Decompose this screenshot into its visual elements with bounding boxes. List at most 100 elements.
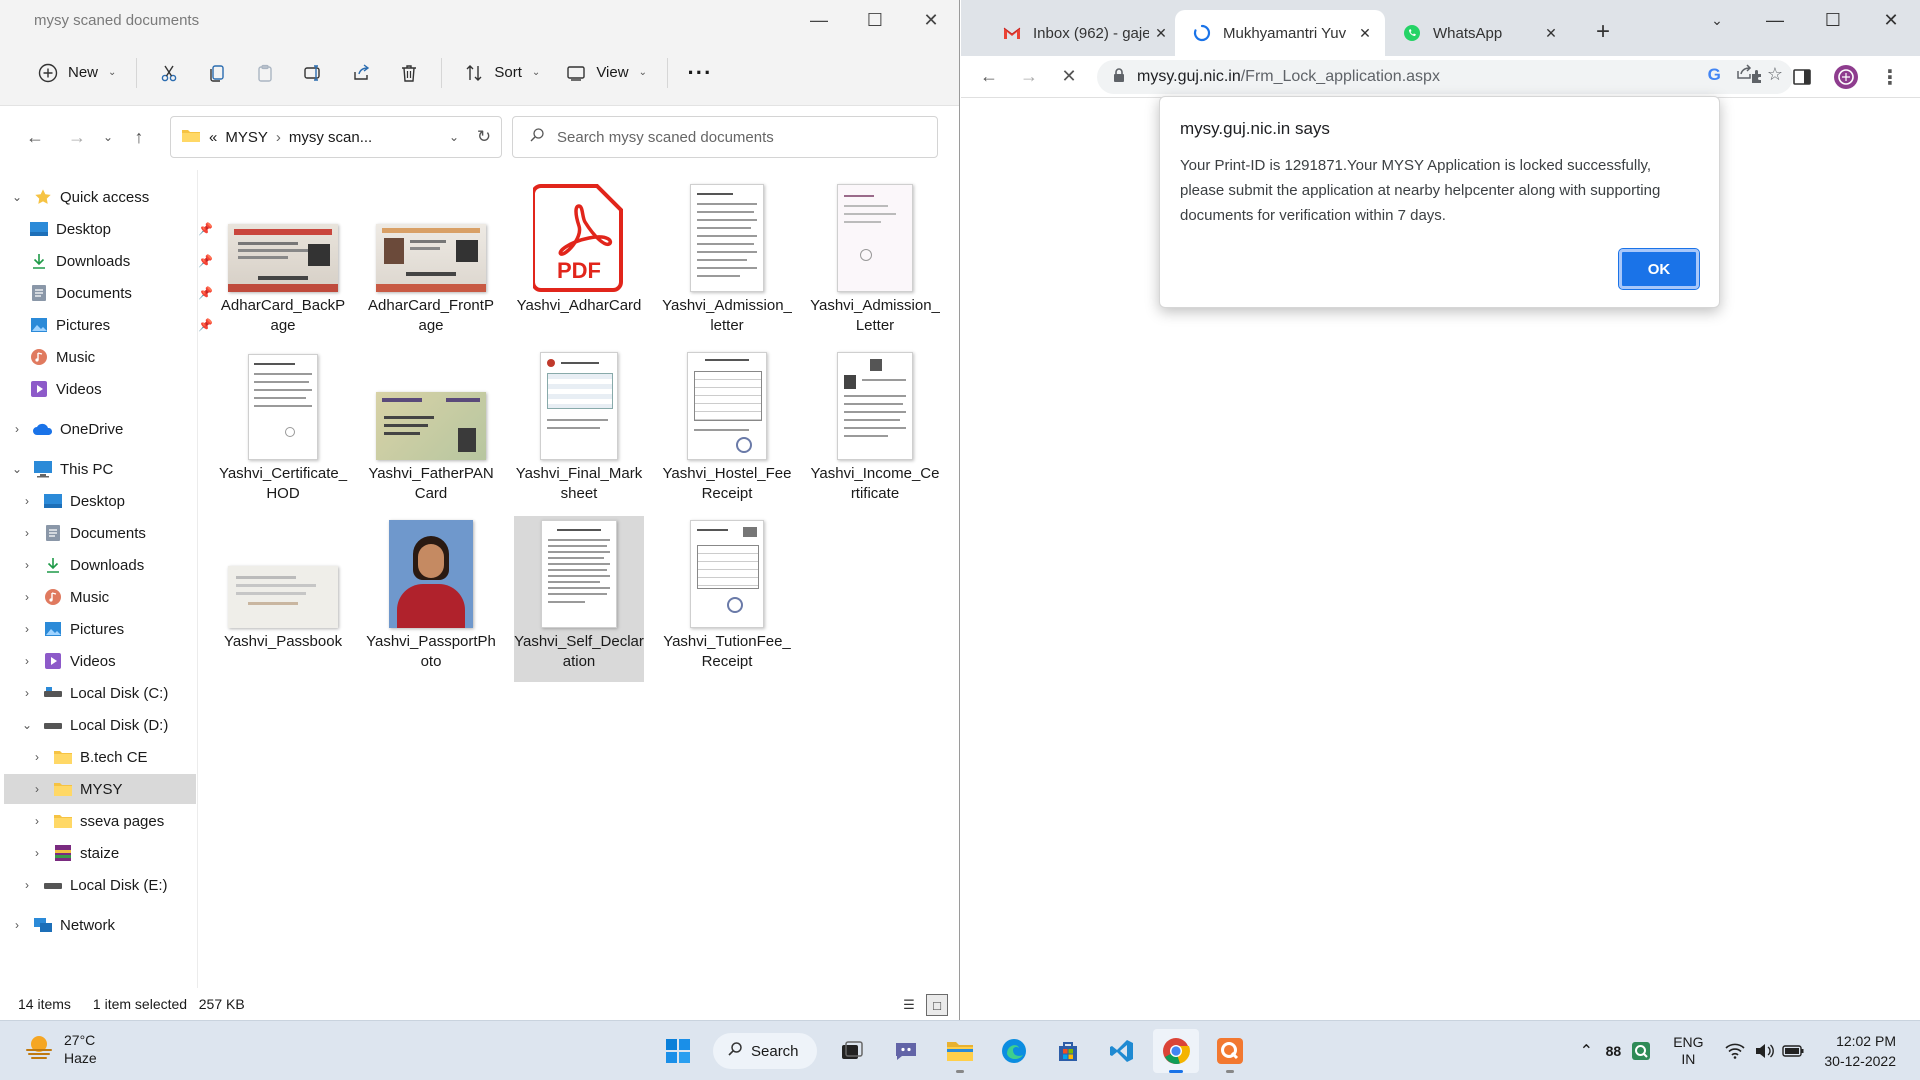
- breadcrumb-mysy[interactable]: MYSY: [225, 129, 268, 146]
- tray-app-icon[interactable]: [1626, 1041, 1656, 1061]
- volume-icon[interactable]: [1750, 1043, 1778, 1059]
- nav-folder-staize[interactable]: › staize: [28, 838, 119, 868]
- language-indicator[interactable]: ENG IN: [1656, 1034, 1720, 1068]
- refresh-icon[interactable]: ↻: [467, 127, 501, 147]
- clock[interactable]: 12:02 PM 30-12-2022: [1808, 1031, 1920, 1071]
- delete-button[interactable]: [385, 53, 433, 93]
- close-tab-icon[interactable]: ✕: [1353, 25, 1377, 42]
- nav-pc-pictures[interactable]: › Pictures: [18, 614, 124, 644]
- nav-network[interactable]: › Network: [8, 910, 115, 940]
- nav-disk-c[interactable]: › Local Disk (C:): [18, 678, 168, 708]
- large-icons-view-icon[interactable]: □: [926, 994, 948, 1016]
- menu-kebab-icon[interactable]: ⋮: [1870, 57, 1910, 97]
- tray-badge[interactable]: 88: [1600, 1043, 1626, 1059]
- share-button[interactable]: [337, 53, 385, 93]
- chevron-right-icon[interactable]: ›: [18, 494, 36, 508]
- maximize-button[interactable]: ☐: [847, 0, 903, 40]
- details-view-icon[interactable]: ☰: [898, 994, 920, 1016]
- tab-gmail[interactable]: Inbox (962) - gajer ✕: [985, 10, 1181, 56]
- nav-onedrive[interactable]: › OneDrive: [8, 414, 123, 444]
- copy-button[interactable]: [193, 53, 241, 93]
- nav-pc-desktop[interactable]: › Desktop: [18, 486, 125, 516]
- new-button[interactable]: New ⌄: [24, 53, 128, 93]
- chevron-down-icon[interactable]: ⌄: [449, 130, 459, 144]
- nav-quick-access[interactable]: ⌄ Quick access: [8, 182, 149, 212]
- file-item[interactable]: Yashvi_Passbook: [218, 516, 348, 682]
- cut-button[interactable]: [145, 53, 193, 93]
- file-explorer-icon[interactable]: [937, 1029, 983, 1073]
- nav-qa-documents[interactable]: Documents 📌: [22, 278, 213, 308]
- recent-locations-button[interactable]: ⌄: [98, 117, 118, 157]
- file-item[interactable]: Yashvi_TutionFee_Receipt: [662, 516, 792, 682]
- more-options-button[interactable]: ···: [676, 53, 724, 93]
- chevron-right-icon[interactable]: ›: [18, 878, 36, 892]
- vscode-icon[interactable]: [1099, 1029, 1145, 1073]
- task-view-icon[interactable]: [829, 1029, 875, 1073]
- breadcrumb-current[interactable]: mysy scan...: [289, 129, 441, 146]
- search-input[interactable]: Search mysy scaned documents: [512, 116, 938, 158]
- chevron-right-icon[interactable]: ›: [8, 918, 26, 932]
- microsoft-store-icon[interactable]: [1045, 1029, 1091, 1073]
- file-item[interactable]: PDF Yashvi_AdharCard: [514, 180, 644, 346]
- url-bar[interactable]: mysy.guj.nic.in /Frm_Lock_application.as…: [1097, 60, 1793, 94]
- up-button[interactable]: ↑: [118, 117, 160, 157]
- nav-folder-mysy[interactable]: › MYSY: [4, 774, 196, 804]
- chevron-down-icon[interactable]: ⌄: [18, 718, 36, 732]
- tab-whatsapp[interactable]: WhatsApp ✕: [1385, 10, 1571, 56]
- sort-button[interactable]: Sort ⌄: [450, 53, 552, 93]
- chrome-icon[interactable]: [1153, 1029, 1199, 1073]
- back-button[interactable]: ←: [969, 57, 1009, 97]
- nav-folder-sseva[interactable]: › sseva pages: [28, 806, 164, 836]
- nav-disk-e[interactable]: › Local Disk (E:): [18, 870, 168, 900]
- nav-disk-d[interactable]: ⌄ Local Disk (D:): [18, 710, 168, 740]
- chevron-down-icon[interactable]: ⌄: [8, 462, 26, 476]
- chevron-down-icon[interactable]: ⌄: [8, 190, 26, 204]
- chevron-right-icon[interactable]: ›: [28, 814, 46, 828]
- nav-qa-pictures[interactable]: Pictures 📌: [22, 310, 213, 340]
- profile-avatar[interactable]: [1826, 57, 1866, 97]
- nav-folder-btech[interactable]: › B.tech CE: [28, 742, 148, 772]
- file-item-selected[interactable]: Yashvi_Self_Declaration: [514, 516, 644, 682]
- chevron-right-icon[interactable]: ›: [18, 622, 36, 636]
- maximize-button[interactable]: ☐: [1804, 0, 1862, 40]
- stop-loading-button[interactable]: ✕: [1049, 57, 1089, 97]
- nav-pc-videos[interactable]: › Videos: [18, 646, 116, 676]
- new-tab-button[interactable]: +: [1596, 18, 1610, 46]
- start-button[interactable]: [655, 1029, 701, 1073]
- weather-widget[interactable]: 27°C Haze: [24, 1031, 97, 1067]
- chevron-right-icon[interactable]: ›: [18, 654, 36, 668]
- nav-pc-documents[interactable]: › Documents: [18, 518, 146, 548]
- side-panel-icon[interactable]: [1782, 57, 1822, 97]
- close-tab-icon[interactable]: ✕: [1149, 25, 1173, 42]
- rename-button[interactable]: [289, 53, 337, 93]
- edge-icon[interactable]: [991, 1029, 1037, 1073]
- file-item[interactable]: AdharCard_FrontPage: [366, 180, 496, 346]
- nav-qa-downloads[interactable]: Downloads 📌: [22, 246, 213, 276]
- minimize-button[interactable]: —: [791, 0, 847, 40]
- file-item[interactable]: Yashvi_Certificate_HOD: [218, 348, 348, 514]
- forward-button[interactable]: →: [56, 117, 98, 157]
- minimize-button[interactable]: —: [1746, 0, 1804, 40]
- close-button[interactable]: ✕: [1862, 0, 1920, 40]
- close-button[interactable]: ✕: [903, 0, 959, 40]
- file-item[interactable]: AdharCard_BackPage: [218, 180, 348, 346]
- nav-pc-downloads[interactable]: › Downloads: [18, 550, 144, 580]
- back-button[interactable]: ←: [14, 117, 56, 157]
- forward-button[interactable]: →: [1009, 57, 1049, 97]
- chevron-right-icon[interactable]: ›: [8, 422, 26, 436]
- file-item[interactable]: Yashvi_Admission_Letter: [810, 180, 940, 346]
- file-item[interactable]: Yashvi_Hostel_FeeReceipt: [662, 348, 792, 514]
- tab-mysy[interactable]: Mukhyamantri Yuv ✕: [1175, 10, 1385, 56]
- paste-button[interactable]: [241, 53, 289, 93]
- nav-this-pc[interactable]: ⌄ This PC: [8, 454, 113, 484]
- address-bar[interactable]: « MYSY › mysy scan... ⌄ ↻: [170, 116, 502, 158]
- chevron-right-icon[interactable]: ›: [28, 750, 46, 764]
- taskbar-search[interactable]: Search: [713, 1033, 817, 1069]
- file-item[interactable]: Yashvi_Admission_letter: [662, 180, 792, 346]
- file-item[interactable]: Yashvi_Income_Certificate: [810, 348, 940, 514]
- chevron-right-icon[interactable]: ›: [18, 686, 36, 700]
- chevron-right-icon[interactable]: ›: [18, 558, 36, 572]
- nav-qa-videos[interactable]: Videos: [22, 374, 102, 404]
- teams-chat-icon[interactable]: [883, 1029, 929, 1073]
- nav-qa-music[interactable]: Music: [22, 342, 95, 372]
